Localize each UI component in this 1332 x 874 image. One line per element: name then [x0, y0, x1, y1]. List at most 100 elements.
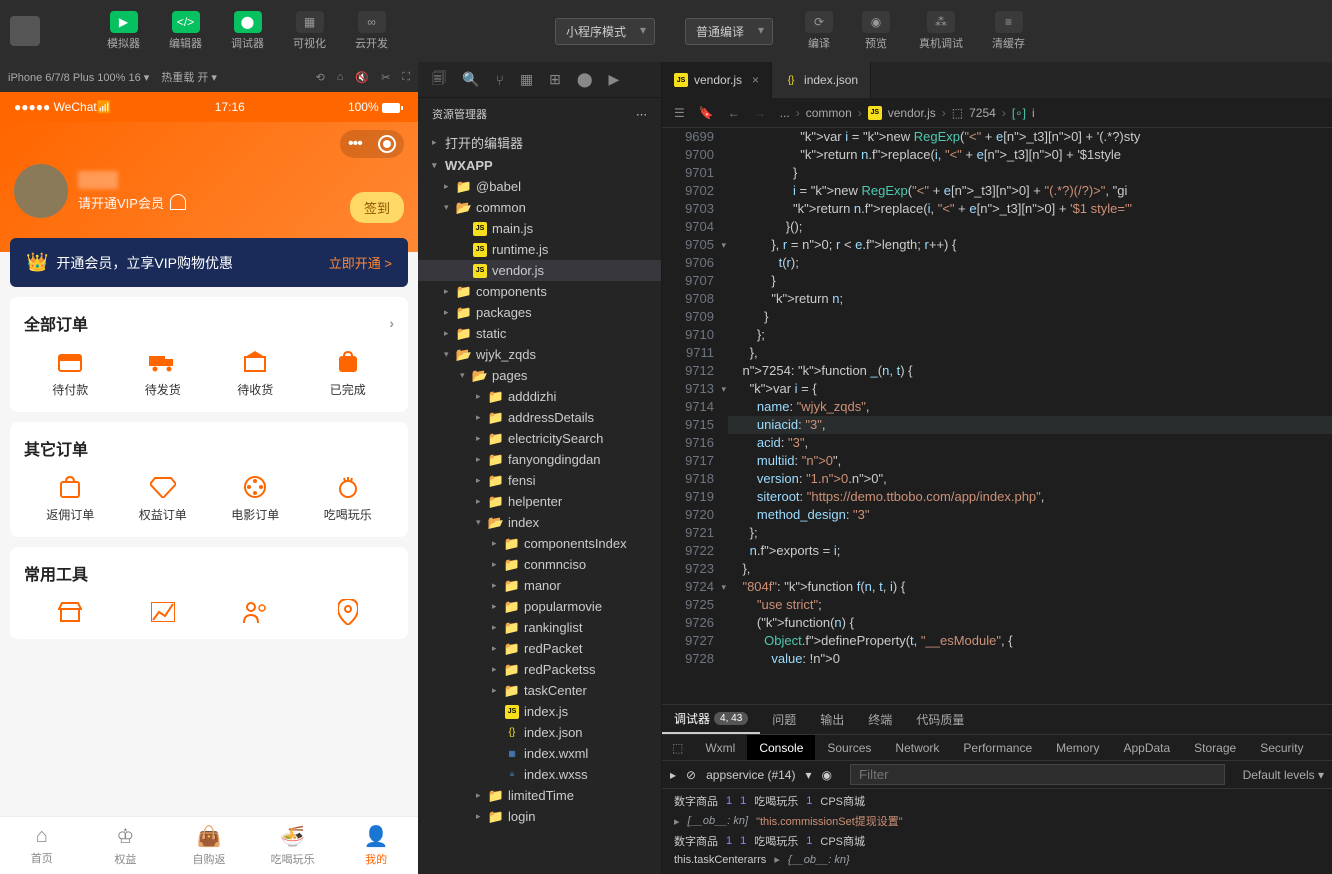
order-pending-pay[interactable]: 待付款	[52, 349, 88, 398]
remote-debug-button[interactable]: ⁂真机调试	[907, 8, 975, 54]
log-levels-select[interactable]: Default levels ▾	[1243, 768, 1324, 782]
tree-js-vendor.js[interactable]: JSvendor.js	[418, 260, 661, 281]
dt-sub-wxml[interactable]: Wxml	[693, 735, 747, 760]
dt-sub-performance[interactable]: Performance	[951, 735, 1044, 760]
menu-dots-icon[interactable]: •••	[348, 135, 362, 153]
tree-folder-components[interactable]: ▸📁components	[418, 281, 661, 302]
vip-activate-link[interactable]: 立即开通 >	[329, 253, 392, 272]
branch-icon[interactable]: ⑂	[495, 72, 503, 88]
tree-folder-redPacketss[interactable]: ▸📁redPacketss	[418, 659, 661, 680]
tab-equity[interactable]: ♔权益	[84, 817, 168, 874]
tool-2[interactable]	[149, 599, 177, 625]
tool-1[interactable]	[56, 599, 84, 625]
tree-folder-wjyk_zqds[interactable]: ▾📂wjyk_zqds	[418, 344, 661, 365]
tree-folder-conmnciso[interactable]: ▸📁conmnciso	[418, 554, 661, 575]
tool-3[interactable]	[241, 599, 269, 625]
tree-folder-componentsIndex[interactable]: ▸📁componentsIndex	[418, 533, 661, 554]
tree-folder-@babel[interactable]: ▸📁@babel	[418, 176, 661, 197]
simulator-toggle[interactable]: ▶模拟器	[95, 8, 152, 54]
vip-banner[interactable]: 👑 开通会员，立享VIP购物优惠 立即开通 >	[10, 238, 408, 287]
tree-wxss-index.wxss[interactable]: ≡index.wxss	[418, 764, 661, 785]
back-icon[interactable]: ←	[728, 106, 740, 120]
tree-folder-redPacket[interactable]: ▸📁redPacket	[418, 638, 661, 659]
eye-icon[interactable]: ◉	[822, 768, 832, 782]
tab-vendor-js[interactable]: JSvendor.js×	[662, 62, 772, 98]
tree-folder-fensi[interactable]: ▸📁fensi	[418, 470, 661, 491]
dt-tab-debugger[interactable]: 调试器4, 43	[662, 705, 760, 734]
home-icon[interactable]: ⌂	[337, 71, 344, 84]
tree-folder-login[interactable]: ▸📁login	[418, 806, 661, 827]
console-line[interactable]: ▸[__ob__: kn] "this.commissionSet提现设置"	[662, 811, 1332, 831]
play-icon[interactable]: ▸	[670, 768, 676, 782]
open-editors-section[interactable]: ▸打开的编辑器	[418, 130, 661, 155]
mode-select[interactable]: 小程序模式	[555, 18, 655, 45]
cloud-dev-button[interactable]: ∞云开发	[343, 8, 400, 54]
close-icon[interactable]: ×	[752, 73, 759, 87]
tab-index-json[interactable]: {}index.json	[772, 62, 871, 98]
tree-folder-taskCenter[interactable]: ▸📁taskCenter	[418, 680, 661, 701]
dt-sub-security[interactable]: Security	[1248, 735, 1315, 760]
dt-tab-terminal[interactable]: 终端	[856, 705, 904, 734]
tree-folder-fanyongdingdan[interactable]: ▸📁fanyongdingdan	[418, 449, 661, 470]
debugger-toggle[interactable]: ⬤调试器	[219, 8, 276, 54]
tree-folder-limitedTime[interactable]: ▸📁limitedTime	[418, 785, 661, 806]
extension-icon[interactable]: ⊞	[549, 71, 561, 88]
console-output[interactable]: 数字商品 1 1 吃喝玩乐 1 CPS商城▸[__ob__: kn] "this…	[662, 789, 1332, 874]
all-orders-title[interactable]: 全部订单›	[24, 311, 394, 335]
files-icon[interactable]: 🗐	[432, 68, 446, 92]
tree-folder-static[interactable]: ▸📁static	[418, 323, 661, 344]
tree-folder-helpenter[interactable]: ▸📁helpenter	[418, 491, 661, 512]
tab-play[interactable]: 🍜吃喝玩乐	[251, 817, 335, 874]
signin-button[interactable]: 签到	[350, 192, 404, 223]
tree-folder-index[interactable]: ▾📂index	[418, 512, 661, 533]
tree-folder-rankinglist[interactable]: ▸📁rankinglist	[418, 617, 661, 638]
inspect-icon[interactable]: ⬚	[662, 741, 693, 755]
visual-toggle[interactable]: ▦可视化	[281, 8, 338, 54]
list-icon[interactable]: ☰	[674, 106, 685, 120]
tool-4[interactable]	[334, 599, 362, 625]
tree-folder-pages[interactable]: ▾📂pages	[418, 365, 661, 386]
hot-reload-toggle[interactable]: 热重载 开 ▾	[161, 69, 217, 85]
console-line[interactable]: 数字商品 1 1 吃喝玩乐 1 CPS商城	[662, 831, 1332, 851]
layout-icon[interactable]: ▦	[520, 71, 533, 88]
mute-icon[interactable]: 🔇	[355, 71, 369, 84]
movie-orders[interactable]: 电影订单	[231, 474, 279, 523]
tree-folder-packages[interactable]: ▸📁packages	[418, 302, 661, 323]
device-select[interactable]: iPhone 6/7/8 Plus 100% 16 ▾	[8, 71, 149, 84]
order-pending-receive[interactable]: 待收货	[237, 349, 273, 398]
dt-sub-network[interactable]: Network	[883, 735, 951, 760]
more-icon[interactable]: ⋯	[636, 108, 647, 121]
stop-icon[interactable]: ⊘	[686, 768, 696, 782]
expand-icon[interactable]: ⛶	[402, 71, 410, 84]
context-select[interactable]: appservice (#14)	[706, 768, 795, 782]
tab-rebate[interactable]: 👜自购返	[167, 817, 251, 874]
tab-mine[interactable]: 👤我的	[334, 817, 418, 874]
editor-toggle[interactable]: </>编辑器	[157, 8, 214, 54]
tab-home[interactable]: ⌂首页	[0, 817, 84, 874]
tree-folder-adddizhi[interactable]: ▸📁adddizhi	[418, 386, 661, 407]
console-line[interactable]: this.taskCenterarrs ▸{__ob__: kn}	[662, 851, 1332, 868]
tree-folder-addressDetails[interactable]: ▸📁addressDetails	[418, 407, 661, 428]
tree-json-index.json[interactable]: {}index.json	[418, 722, 661, 743]
tree-folder-electricitySearch[interactable]: ▸📁electricitySearch	[418, 428, 661, 449]
dt-tab-problems[interactable]: 问题	[760, 705, 808, 734]
bell-icon[interactable]	[170, 194, 186, 210]
console-line[interactable]: 数字商品 1 1 吃喝玩乐 1 CPS商城	[662, 791, 1332, 811]
dt-sub-sources[interactable]: Sources	[815, 735, 883, 760]
bug-icon[interactable]: ⬤	[577, 71, 593, 88]
bookmark-icon[interactable]: 🔖	[699, 106, 714, 120]
dt-tab-output[interactable]: 输出	[808, 705, 856, 734]
equity-orders[interactable]: 权益订单	[139, 474, 187, 523]
order-completed[interactable]: 已完成	[330, 349, 366, 398]
cut-icon[interactable]: ✂	[381, 71, 390, 84]
preview-button[interactable]: ◉预览	[850, 8, 902, 54]
user-avatar[interactable]	[14, 164, 68, 218]
dt-sub-console[interactable]: Console	[747, 735, 815, 760]
dt-sub-appdata[interactable]: AppData	[1111, 735, 1182, 760]
tree-js-runtime.js[interactable]: JSruntime.js	[418, 239, 661, 260]
forward-icon[interactable]: →	[754, 106, 766, 120]
tree-wxml-index.wxml[interactable]: ▦index.wxml	[418, 743, 661, 764]
compile-button[interactable]: ⟳编译	[793, 8, 845, 54]
tree-folder-popularmovie[interactable]: ▸📁popularmovie	[418, 596, 661, 617]
dt-sub-memory[interactable]: Memory	[1044, 735, 1111, 760]
